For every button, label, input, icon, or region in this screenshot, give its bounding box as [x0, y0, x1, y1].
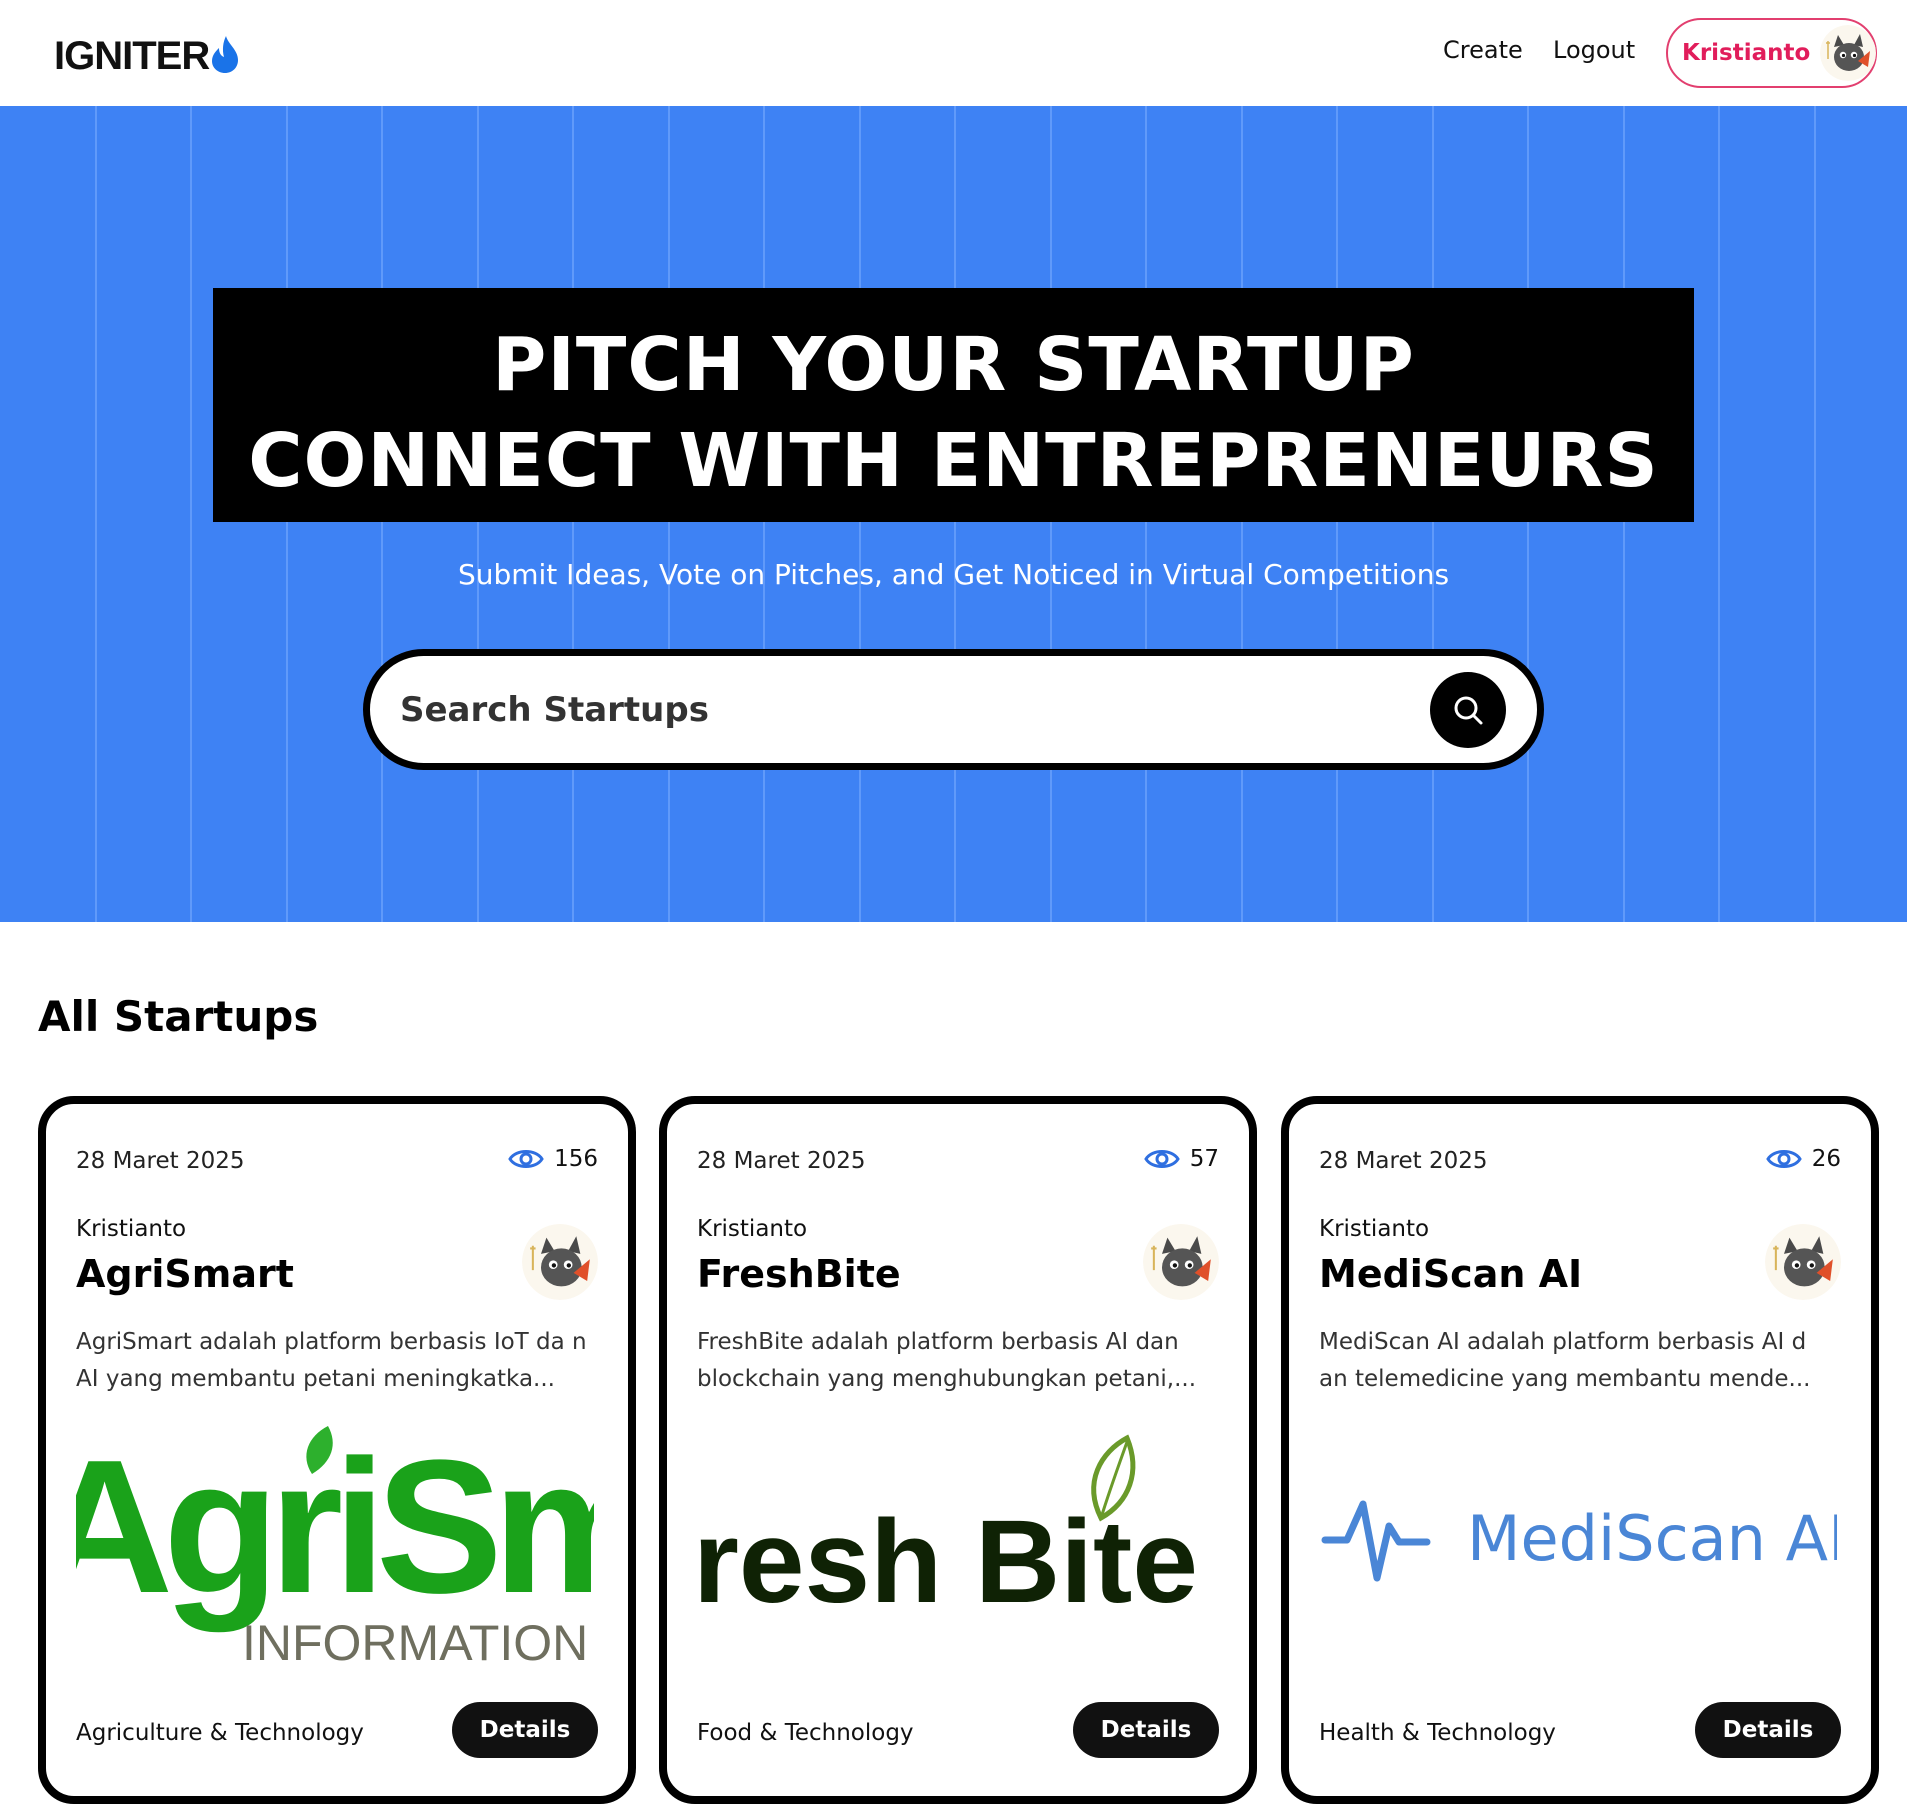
card-date: 28 Maret 2025	[76, 1148, 245, 1174]
logout-link[interactable]: Logout	[1553, 36, 1635, 64]
card-description: AgriSmart adalah platform berbasis IoT d…	[76, 1329, 587, 1392]
card-views: 57	[1143, 1146, 1219, 1172]
card-category[interactable]: Food & Technology	[697, 1720, 914, 1746]
details-button[interactable]: Details	[452, 1702, 598, 1758]
user-name: Kristianto	[1682, 40, 1811, 66]
flame-icon	[212, 36, 239, 73]
logo-text-main: MediScan AI	[1467, 1502, 1837, 1575]
search-button[interactable]	[1430, 672, 1506, 748]
card-views-count: 26	[1811, 1146, 1841, 1172]
startup-logo-image[interactable]: resh Bite	[697, 1422, 1215, 1680]
headline-line-2: CONNECT WITH ENTREPRENEURS	[248, 418, 1659, 504]
card-author[interactable]: Kristianto	[1319, 1216, 1429, 1242]
details-button[interactable]: Details	[1073, 1702, 1219, 1758]
section-title: All Startups	[38, 992, 319, 1041]
search-bar	[363, 649, 1544, 770]
startup-card: 28 Maret 2025 57 Kristianto FreshBite Fr…	[659, 1096, 1257, 1804]
card-title[interactable]: MediScan AI	[1319, 1252, 1582, 1296]
card-views-count: 156	[554, 1146, 598, 1172]
user-profile-button[interactable]: Kristianto	[1666, 18, 1877, 88]
search-input[interactable]	[400, 681, 1400, 739]
avatar	[1820, 25, 1876, 81]
startup-card: 28 Maret 2025 26 Kristianto MediScan AI …	[1281, 1096, 1879, 1804]
navbar: IGNITER Create Logout Kristianto	[0, 0, 1907, 106]
logo[interactable]: IGNITER	[54, 30, 240, 82]
headline-line-1: PITCH YOUR STARTUP	[492, 322, 1415, 408]
card-title[interactable]: AgriSmart	[76, 1252, 294, 1296]
startup-logo-image[interactable]: AgriSm INFORMATION	[76, 1422, 594, 1680]
author-avatar[interactable]	[1143, 1224, 1219, 1300]
logo-text-main: resh Bite	[697, 1496, 1198, 1628]
hero-headline: PITCH YOUR STARTUP CONNECT WITH ENTREPRE…	[213, 288, 1694, 522]
hero-section: PITCH YOUR STARTUP CONNECT WITH ENTREPRE…	[0, 106, 1907, 922]
search-icon	[1454, 696, 1483, 725]
eye-icon	[508, 1150, 544, 1168]
logo-text-sub: INFORMATION	[242, 1615, 588, 1671]
author-avatar[interactable]	[522, 1224, 598, 1300]
eye-icon	[1765, 1150, 1802, 1168]
card-author[interactable]: Kristianto	[76, 1216, 186, 1242]
card-date: 28 Maret 2025	[697, 1148, 866, 1174]
card-description: MediScan AI adalah platform berbasis AI …	[1319, 1329, 1811, 1392]
card-description: FreshBite adalah platform berbasis AI da…	[697, 1329, 1197, 1392]
card-date: 28 Maret 2025	[1319, 1148, 1488, 1174]
author-avatar[interactable]	[1765, 1224, 1841, 1300]
card-views: 156	[508, 1146, 598, 1172]
eye-icon	[1143, 1150, 1180, 1168]
card-title[interactable]: FreshBite	[697, 1252, 901, 1296]
card-author[interactable]: Kristianto	[697, 1216, 807, 1242]
logo-text-main: AgriSm	[76, 1422, 594, 1633]
details-button[interactable]: Details	[1695, 1702, 1841, 1758]
startup-logo-image[interactable]: MediScan AI	[1319, 1422, 1837, 1680]
startup-card: 28 Maret 2025 156 Kristianto AgriSmart A…	[38, 1096, 636, 1804]
hero-subtitle: Submit Ideas, Vote on Pitches, and Get N…	[457, 558, 1450, 591]
card-category[interactable]: Agriculture & Technology	[76, 1720, 364, 1746]
create-link[interactable]: Create	[1443, 36, 1523, 64]
card-views-count: 57	[1189, 1146, 1219, 1172]
logo-text: IGNITER	[54, 33, 210, 78]
card-category[interactable]: Health & Technology	[1319, 1720, 1556, 1746]
card-views: 26	[1765, 1146, 1841, 1172]
